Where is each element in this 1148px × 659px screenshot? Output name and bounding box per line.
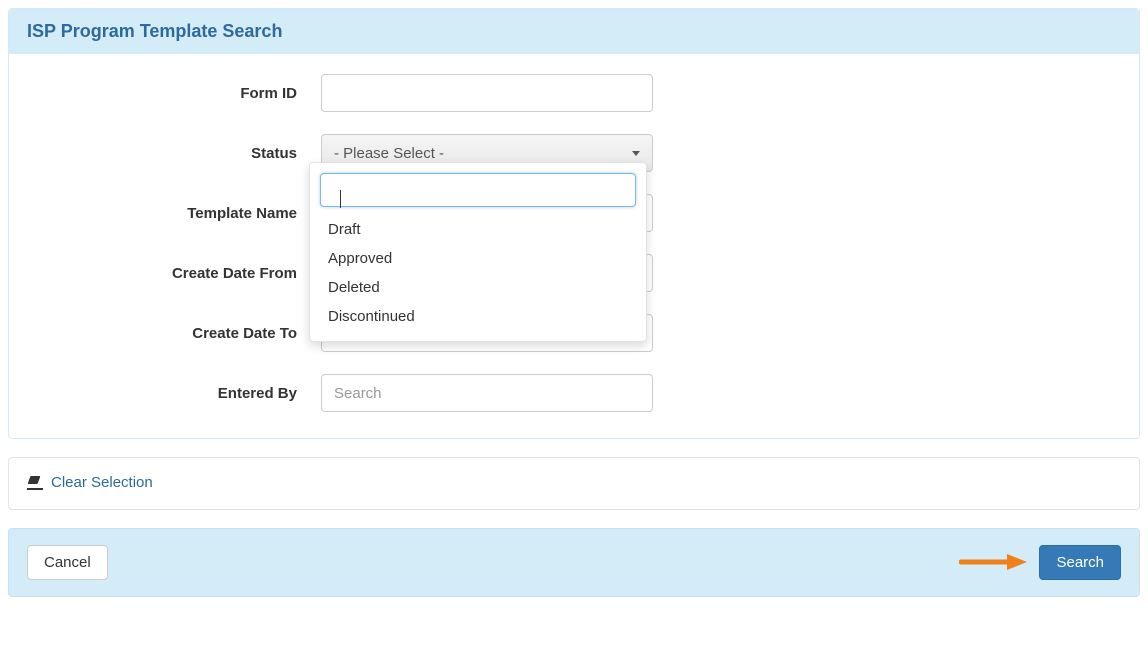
status-option-approved[interactable]: Approved	[320, 244, 636, 273]
status-dropdown: Draft Approved Deleted Discontinued	[309, 162, 647, 342]
label-form-id: Form ID	[21, 85, 321, 102]
input-entered-by[interactable]	[321, 374, 653, 412]
row-form-id: Form ID	[21, 74, 1127, 112]
status-dropdown-list: Draft Approved Deleted Discontinued	[320, 215, 636, 331]
label-entered-by: Entered By	[21, 385, 321, 402]
chevron-down-icon	[632, 151, 640, 156]
clear-selection-link[interactable]: Clear Selection	[27, 474, 153, 491]
clear-selection-label: Clear Selection	[51, 474, 153, 491]
input-form-id[interactable]	[321, 74, 653, 112]
label-status: Status	[21, 145, 321, 162]
cancel-button[interactable]: Cancel	[27, 545, 108, 580]
panel-title: ISP Program Template Search	[9, 9, 1139, 54]
status-option-draft[interactable]: Draft	[320, 215, 636, 244]
text-cursor-icon	[340, 190, 341, 208]
label-create-date-to: Create Date To	[21, 325, 321, 342]
label-template-name: Template Name	[21, 205, 321, 222]
clear-selection-panel: Clear Selection	[8, 457, 1140, 510]
arrow-right-icon	[959, 552, 1029, 572]
status-option-deleted[interactable]: Deleted	[320, 273, 636, 302]
status-option-discontinued[interactable]: Discontinued	[320, 302, 636, 331]
status-dropdown-search[interactable]	[320, 173, 636, 207]
search-panel: ISP Program Template Search Form ID Stat…	[8, 8, 1140, 439]
select-status-value: - Please Select -	[334, 145, 444, 162]
eraser-icon	[27, 476, 43, 490]
action-bar: Cancel Search	[8, 528, 1140, 597]
label-create-date-from: Create Date From	[21, 265, 321, 282]
search-button[interactable]: Search	[1039, 545, 1121, 580]
panel-body: Form ID Status - Please Select - Templat…	[9, 54, 1139, 438]
row-entered-by: Entered By	[21, 374, 1127, 412]
